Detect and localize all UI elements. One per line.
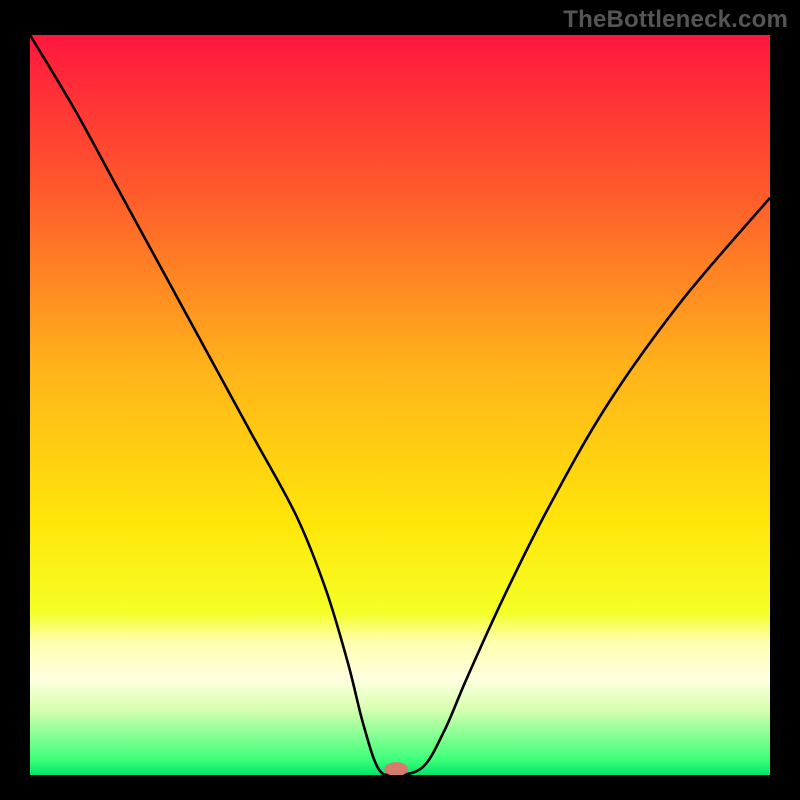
gradient-background	[30, 35, 770, 775]
plot-area	[30, 35, 770, 775]
watermark-label: TheBottleneck.com	[563, 6, 788, 34]
chart-frame: TheBottleneck.com	[0, 0, 800, 800]
bottleneck-curve-chart	[30, 35, 770, 775]
